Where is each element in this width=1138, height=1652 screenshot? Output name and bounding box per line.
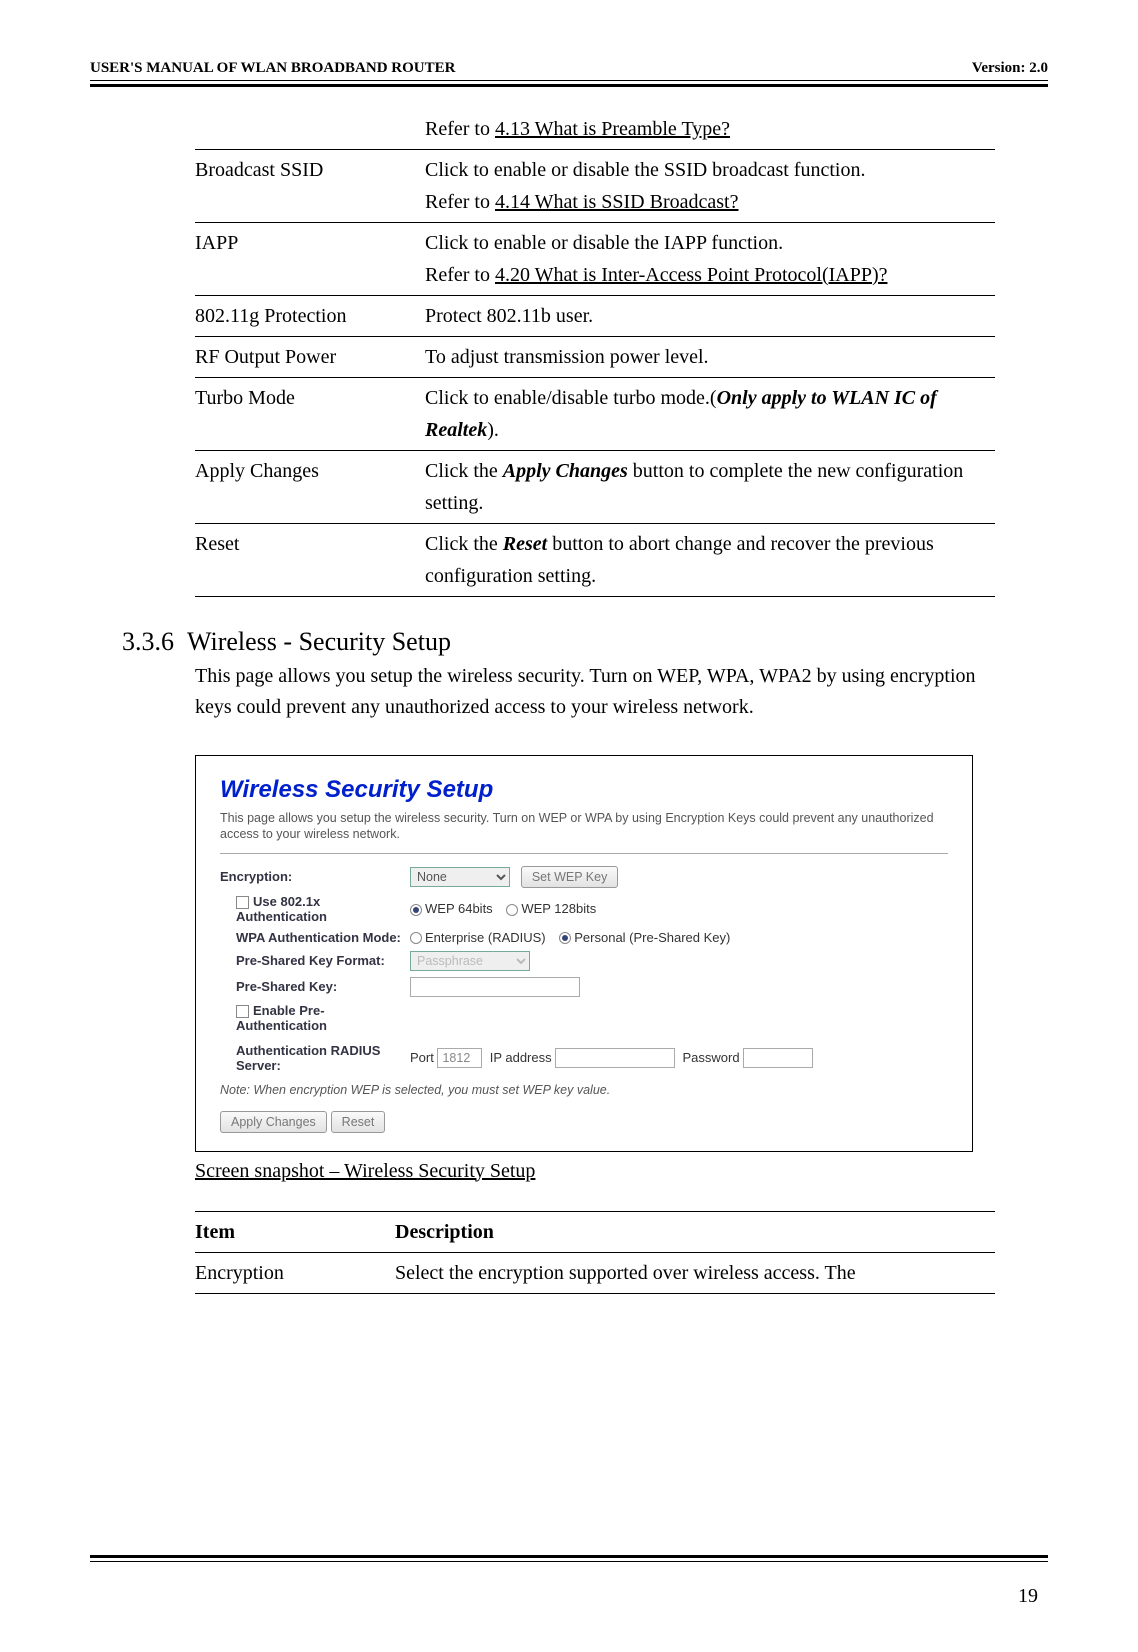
label-psk: Pre-Shared Key: bbox=[220, 979, 410, 994]
label-wpa-mode: WPA Authentication Mode: bbox=[220, 930, 410, 945]
screenshot-wireless-security: Wireless Security Setup This page allows… bbox=[195, 755, 973, 1152]
table-row: Turbo Mode Click to enable/disable turbo… bbox=[195, 378, 995, 451]
label-encryption: Encryption: bbox=[220, 869, 410, 884]
table-row: Apply Changes Click the Apply Changes bu… bbox=[195, 451, 995, 524]
table-row: Refer to 4.13 What is Preamble Type? bbox=[195, 109, 995, 150]
page-number: 19 bbox=[1018, 1585, 1038, 1608]
radio-enterprise[interactable] bbox=[410, 932, 422, 944]
table-row: Encryption Select the encryption support… bbox=[195, 1252, 995, 1293]
psk-input[interactable] bbox=[410, 977, 580, 997]
footer-rule bbox=[90, 1555, 1048, 1562]
psk-format-select[interactable]: Passphrase bbox=[410, 951, 530, 971]
radius-ip-input[interactable] bbox=[555, 1048, 675, 1068]
table-row: IAPP Click to enable or disable the IAPP… bbox=[195, 223, 995, 296]
divider bbox=[220, 853, 948, 854]
label-preauth: Enable Pre-Authentication bbox=[220, 1003, 410, 1033]
link-preamble[interactable]: 4.13 What is Preamble Type? bbox=[495, 118, 730, 140]
table-row: 802.11g Protection Protect 802.11b user. bbox=[195, 296, 995, 337]
header-rule bbox=[90, 80, 1048, 87]
label-radius: Authentication RADIUS Server: bbox=[220, 1043, 410, 1073]
table-row: Broadcast SSID Click to enable or disabl… bbox=[195, 150, 995, 223]
section-heading: 3.3.6 Wireless - Security Setup bbox=[122, 627, 1048, 657]
radio-wep64[interactable] bbox=[410, 904, 422, 916]
checkbox-8021x[interactable] bbox=[236, 896, 249, 909]
desc-header-description: Description bbox=[395, 1211, 995, 1252]
radius-password-input[interactable] bbox=[743, 1048, 813, 1068]
table-row: RF Output Power To adjust transmission p… bbox=[195, 337, 995, 378]
shot-note: Note: When encryption WEP is selected, y… bbox=[220, 1083, 948, 1097]
reset-button[interactable]: Reset bbox=[331, 1111, 386, 1133]
header-left: USER'S MANUAL OF WLAN BROADBAND ROUTER bbox=[90, 60, 455, 77]
set-wep-key-button[interactable]: Set WEP Key bbox=[521, 866, 619, 888]
description-table: Item Description Encryption Select the e… bbox=[195, 1211, 995, 1294]
table-row: Reset Click the Reset button to abort ch… bbox=[195, 524, 995, 597]
radius-port-input[interactable] bbox=[437, 1048, 482, 1068]
section-intro: This page allows you setup the wireless … bbox=[195, 661, 1005, 723]
radio-wep128[interactable] bbox=[506, 904, 518, 916]
desc-header-item: Item bbox=[195, 1211, 395, 1252]
radio-personal[interactable] bbox=[559, 932, 571, 944]
apply-changes-button[interactable]: Apply Changes bbox=[220, 1111, 327, 1133]
shot-title: Wireless Security Setup bbox=[220, 776, 948, 804]
checkbox-preauth[interactable] bbox=[236, 1005, 249, 1018]
screenshot-caption: Screen snapshot – Wireless Security Setu… bbox=[195, 1160, 1048, 1183]
header-right: Version: 2.0 bbox=[972, 60, 1048, 77]
settings-table: Refer to 4.13 What is Preamble Type? Bro… bbox=[195, 109, 995, 597]
label-psk-format: Pre-Shared Key Format: bbox=[220, 953, 410, 968]
encryption-select[interactable]: None bbox=[410, 867, 510, 887]
link-iapp[interactable]: 4.20 What is Inter-Access Point Protocol… bbox=[495, 264, 888, 286]
shot-desc: This page allows you setup the wireless … bbox=[220, 810, 948, 843]
link-ssid-broadcast[interactable]: 4.14 What is SSID Broadcast? bbox=[495, 191, 739, 213]
label-8021x: Use 802.1x Authentication bbox=[220, 894, 410, 924]
